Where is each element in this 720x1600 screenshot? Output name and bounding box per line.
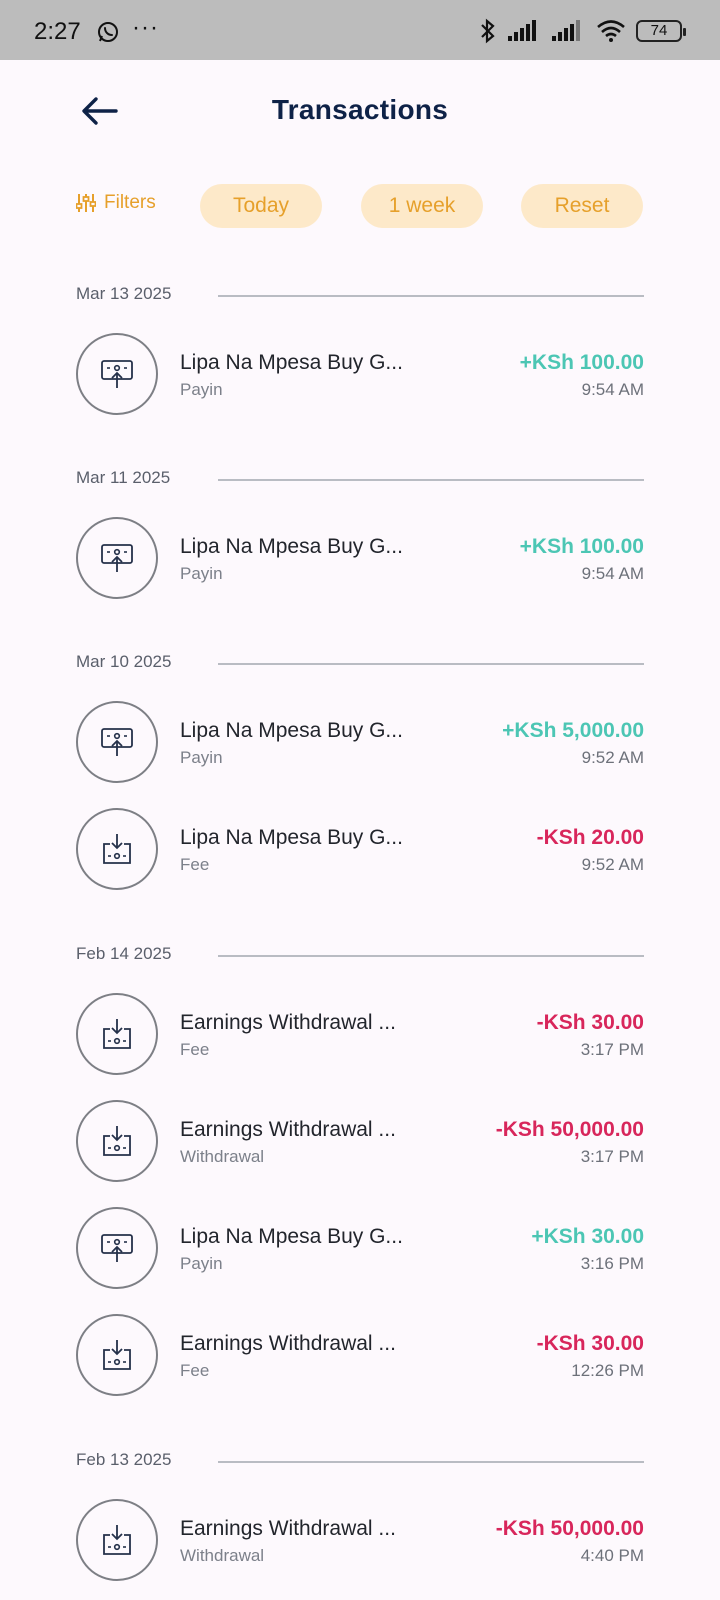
signal-icon-2 [552,20,580,41]
transaction-row[interactable]: Earnings Withdrawal ... Withdrawal -KSh … [76,1499,644,1583]
transaction-icon-circle [76,1100,158,1182]
transaction-type: Payin [180,564,223,583]
transaction-amount: -KSh 30.00 [536,1332,644,1355]
transaction-time: 12:26 PM [571,1361,644,1380]
transaction-name: Earnings Withdrawal ... [180,1011,396,1034]
filters-button[interactable]: Filters [76,192,156,214]
battery-indicator: 74 [636,20,686,42]
withdraw-icon [103,1019,131,1049]
page-title: Transactions [271,94,449,125]
transaction-type: Fee [180,1040,210,1059]
transaction-type: Payin [180,748,223,767]
divider [218,663,644,665]
transaction-amount: +KSh 100.00 [519,351,644,374]
transaction-type: Fee [180,855,210,874]
transaction-type: Payin [180,380,223,399]
transaction-row[interactable]: Lipa Na Mpesa Buy G... Fee -KSh 20.00 9:… [76,808,644,892]
date-label: Mar 11 2025 [76,468,171,487]
wifi-icon [597,20,625,42]
transaction-name: Earnings Withdrawal ... [180,1118,396,1141]
withdraw-icon [103,1126,131,1156]
transaction-icon-circle [76,1499,158,1581]
transaction-row[interactable]: Lipa Na Mpesa Buy G... Payin +KSh 5,000.… [76,701,644,785]
transaction-row[interactable]: Lipa Na Mpesa Buy G... Payin +KSh 100.00… [76,517,644,601]
transaction-amount: -KSh 50,000.00 [495,1517,644,1540]
transaction-name: Earnings Withdrawal ... [180,1332,396,1355]
payin-icon [101,1234,133,1262]
withdraw-icon [103,1525,131,1555]
date-label: Mar 13 2025 [76,284,172,303]
transaction-amount: +KSh 100.00 [519,535,644,558]
transaction-icon-circle [76,333,158,415]
transaction-icon-circle [76,808,158,890]
payin-icon [101,544,133,572]
transaction-amount: -KSh 50,000.00 [495,1118,644,1141]
transaction-icon-circle [76,1314,158,1396]
date-label: Mar 10 2025 [76,652,172,671]
divider [218,955,644,957]
transaction-type: Payin [180,1254,223,1273]
transaction-row[interactable]: Lipa Na Mpesa Buy G... Payin +KSh 100.00… [76,333,644,417]
divider [218,295,644,297]
app-header: Transactions [0,60,720,160]
date-label: Feb 14 2025 [76,944,172,963]
transaction-time: 9:52 AM [581,855,644,874]
withdraw-icon [103,1340,131,1370]
chip-1-week[interactable]: 1 week [361,184,483,228]
date-separator: Mar 11 2025 [76,468,644,492]
date-separator: Feb 13 2025 [76,1450,644,1474]
chip-today[interactable]: Today [200,184,322,228]
transaction-name: Lipa Na Mpesa Buy G... [180,351,403,374]
signal-icon-1 [508,20,536,41]
transaction-row[interactable]: Earnings Withdrawal ... Fee -KSh 30.00 3… [76,993,644,1077]
transaction-amount: +KSh 5,000.00 [502,719,644,742]
date-separator: Mar 10 2025 [76,652,644,676]
chip-reset[interactable]: Reset [521,184,643,228]
transaction-time: 3:17 PM [580,1040,644,1059]
sliders-icon [76,194,96,212]
transaction-amount: +KSh 30.00 [531,1225,644,1248]
transaction-type: Fee [180,1361,210,1380]
withdraw-icon [103,834,131,864]
transaction-icon-circle [76,701,158,783]
date-separator: Feb 14 2025 [76,944,644,968]
transaction-row[interactable]: Lipa Na Mpesa Buy G... Payin +KSh 30.00 … [76,1207,644,1291]
filters-label: Filters [104,192,156,213]
transaction-time: 9:54 AM [581,380,644,399]
transaction-icon-circle [76,993,158,1075]
transaction-time: 9:52 AM [581,748,644,767]
transaction-time: 3:16 PM [580,1254,644,1273]
date-label: Feb 13 2025 [76,1450,172,1469]
transaction-name: Lipa Na Mpesa Buy G... [180,1225,403,1248]
transaction-name: Earnings Withdrawal ... [180,1517,396,1540]
transaction-row[interactable]: Earnings Withdrawal ... Fee -KSh 30.00 1… [76,1314,644,1398]
bluetooth-icon [481,18,495,44]
transaction-amount: -KSh 30.00 [536,1011,644,1034]
transaction-time: 4:40 PM [580,1546,644,1565]
transaction-type: Withdrawal [180,1147,265,1166]
transaction-name: Lipa Na Mpesa Buy G... [180,719,403,742]
transaction-name: Lipa Na Mpesa Buy G... [180,535,403,558]
payin-icon [101,728,133,756]
status-bar: 2:27 ··· 74 [0,0,720,60]
transaction-time: 9:54 AM [581,564,644,583]
transaction-icon-circle [76,1207,158,1289]
divider [218,479,644,481]
date-separator: Mar 13 2025 [76,284,644,308]
transaction-type: Withdrawal [180,1546,265,1565]
transaction-row[interactable]: Earnings Withdrawal ... Withdrawal -KSh … [76,1100,644,1184]
payin-icon [101,360,133,388]
transaction-time: 3:17 PM [580,1147,644,1166]
status-time: 2:27 [34,18,81,45]
transaction-icon-circle [76,517,158,599]
whatsapp-icon [98,22,118,42]
transaction-name: Lipa Na Mpesa Buy G... [180,826,403,849]
filters-row: Filters Today 1 week Reset [0,182,720,228]
more-notifications-icon: ··· [132,14,159,41]
divider [218,1461,644,1463]
transaction-amount: -KSh 20.00 [536,826,644,849]
